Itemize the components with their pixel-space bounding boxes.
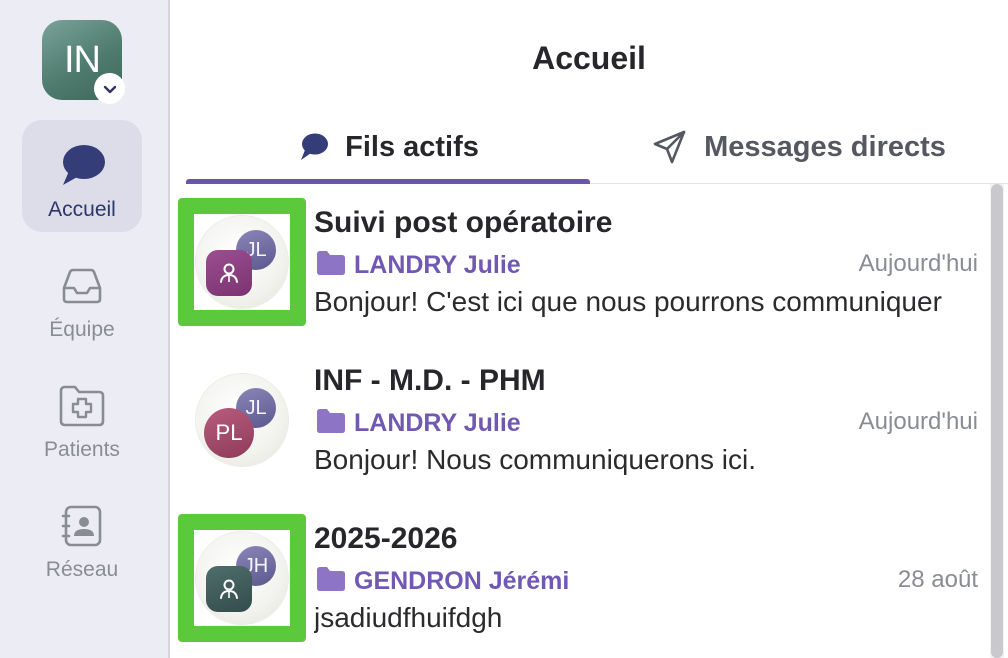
sidebar-item-reseau[interactable]: Réseau [22,480,142,592]
thread-owner: LANDRY Julie [316,408,521,439]
sidebar: IN Accueil Équipe Patients Réseau [0,0,170,658]
thread-title: INF - M.D. - PHM [314,364,546,397]
thread-date: Aujourd'hui [858,408,978,435]
sidebar-item-label: Patients [44,438,120,461]
thread-title: 2025-2026 [314,522,458,555]
scrollbar[interactable] [990,184,1004,658]
folder-icon [316,250,346,281]
thread-date: 28 août [897,566,978,593]
thread-row-2025[interactable]: JH 2025-2026 GENDRON Jérémi 28 août jsad… [170,500,990,658]
owner-name: LANDRY Julie [354,409,521,437]
chat-bubble-icon [52,136,112,196]
owner-name: LANDRY Julie [354,251,521,279]
group-avatar: JL [196,216,288,308]
thread-row-inf[interactable]: JL PL INF - M.D. - PHM LANDRY Julie Aujo… [170,342,990,500]
patient-icon [206,250,252,296]
page-title: Accueil [532,40,646,76]
sidebar-item-patients[interactable]: Patients [22,360,142,472]
folder-plus-icon [52,376,112,436]
folder-icon [316,408,346,439]
tab-label: Messages directs [704,130,946,163]
user-initials: IN [64,38,101,81]
owner-name: GENDRON Jérémi [354,567,570,595]
chevron-down-icon[interactable] [94,73,125,104]
sidebar-item-label: Équipe [49,318,115,341]
thread-preview: Bonjour! C'est ici que nous pourrons com… [314,286,942,317]
main-panel: Accueil Fils actifs Messages directs JL … [170,0,1008,658]
thread-list: JL Suivi post opératoire LANDRY Julie Au… [170,184,990,658]
sidebar-item-equipe[interactable]: Équipe [22,240,142,352]
sidebar-item-label: Réseau [45,558,119,581]
thread-row-suivi[interactable]: JL Suivi post opératoire LANDRY Julie Au… [170,184,990,342]
tab-label: Fils actifs [345,130,479,163]
member-avatar: PL [204,408,254,458]
folder-icon [316,566,346,597]
thread-date: Aujourd'hui [858,250,978,277]
tab-messages-directs[interactable]: Messages directs [590,110,1008,184]
scrollbar-thumb[interactable] [991,184,1003,658]
thread-title: Suivi post opératoire [314,206,613,239]
patient-icon [206,566,252,612]
send-icon [652,129,688,165]
group-avatar: JL PL [196,374,288,466]
inbox-icon [52,256,112,316]
thread-preview: jsadiudfhuifdgh [314,602,503,633]
group-avatar: JH [196,532,288,624]
thread-owner: GENDRON Jérémi [316,566,569,597]
tab-bar: Fils actifs Messages directs [186,110,1008,184]
thread-owner: LANDRY Julie [316,250,521,281]
thread-preview: Bonjour! Nous communiquerons ici. [314,444,756,475]
chat-bubble-icon [297,132,329,162]
tab-fils-actifs[interactable]: Fils actifs [186,110,590,184]
sidebar-item-label: Accueil [48,198,116,221]
sidebar-item-accueil[interactable]: Accueil [22,120,142,232]
contact-book-icon [52,496,112,556]
